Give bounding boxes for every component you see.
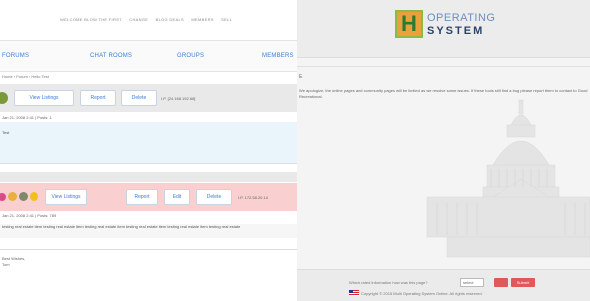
avatar-icon — [0, 92, 8, 104]
divider — [297, 66, 590, 67]
breadcrumb: Home › Forum › Hello Test — [2, 74, 49, 79]
top-link[interactable]: BLOG DEALS — [156, 17, 184, 22]
maintenance-panel: H OPERATING SYSTEM E We apologize, the o… — [297, 0, 590, 301]
post-text: testing real estate item testing real es… — [0, 224, 297, 238]
main-nav: FORUMS CHAT ROOMS GROUPS MEMBERS — [0, 40, 297, 72]
post-text: Test — [2, 130, 10, 135]
edit-button[interactable]: Edit — [164, 189, 190, 205]
report-button[interactable]: Report — [80, 90, 116, 106]
site-header: H OPERATING SYSTEM — [297, 0, 590, 58]
feedback-button[interactable] — [494, 278, 508, 287]
feedback-question: Which rated information how was this pag… — [349, 280, 428, 285]
nav-chat-rooms[interactable]: CHAT ROOMS — [90, 53, 132, 59]
post-meta: Jan 21, 2008 2:41 | Posts: 789 — [2, 213, 57, 218]
delete-button[interactable]: Delete — [121, 90, 157, 106]
rating-select[interactable]: select — [460, 278, 484, 287]
forum-panel: WELCOME BLOW THE FIRST CHANGE BLOG DEALS… — [0, 0, 297, 301]
top-link[interactable]: WELCOME BLOW THE FIRST — [60, 17, 122, 22]
ip-address: I.P. 172.58.20.14 — [238, 195, 268, 200]
post-body: Test — [0, 122, 297, 164]
post-meta: Jan 21, 2008 2:41 | Posts: 1 — [2, 115, 52, 120]
report-button[interactable]: Report — [126, 189, 158, 205]
divider — [0, 249, 297, 250]
ip-address: I.P. [24.168.192.68] — [161, 96, 196, 101]
top-link[interactable]: SELL — [221, 17, 232, 22]
us-flag-icon — [349, 290, 359, 296]
logo-text-top: OPERATING — [427, 12, 496, 24]
page-heading: E — [299, 74, 303, 80]
post-header-highlighted: View Listings Report Edit Delete I.P. 17… — [0, 183, 297, 211]
submit-button[interactable]: Submit — [511, 278, 535, 287]
nav-members[interactable]: MEMBERS — [262, 53, 294, 59]
badge-icon — [8, 192, 17, 201]
logo-icon: H — [395, 10, 423, 38]
top-links: WELCOME BLOW THE FIRST CHANGE BLOG DEALS… — [60, 17, 238, 22]
post-separator — [0, 172, 297, 182]
delete-button[interactable]: Delete — [196, 189, 232, 205]
capitol-building-illustration — [426, 99, 590, 258]
top-link[interactable]: CHANGE — [129, 17, 148, 22]
post-header: View Listings Report Delete I.P. [24.168… — [0, 84, 297, 112]
logo-text-bottom: SYSTEM — [427, 25, 485, 37]
nav-forums[interactable]: FORUMS — [2, 53, 29, 59]
badge-icon — [19, 192, 28, 201]
award-icon — [0, 193, 6, 201]
nav-groups[interactable]: GROUPS — [177, 53, 204, 59]
trophy-icon — [30, 192, 38, 201]
post-signature: Best Wishes, Tom — [2, 256, 25, 268]
top-bar: WELCOME BLOW THE FIRST CHANGE BLOG DEALS… — [0, 0, 297, 40]
view-listings-button[interactable]: View Listings — [45, 189, 87, 205]
signature-line: Tom — [2, 262, 10, 267]
copyright: Copyright © 2015 Multi Operating System … — [361, 291, 483, 296]
view-listings-button[interactable]: View Listings — [14, 90, 74, 106]
site-footer: Which rated information how was this pag… — [297, 269, 590, 301]
top-link[interactable]: MEMBERS — [191, 17, 213, 22]
